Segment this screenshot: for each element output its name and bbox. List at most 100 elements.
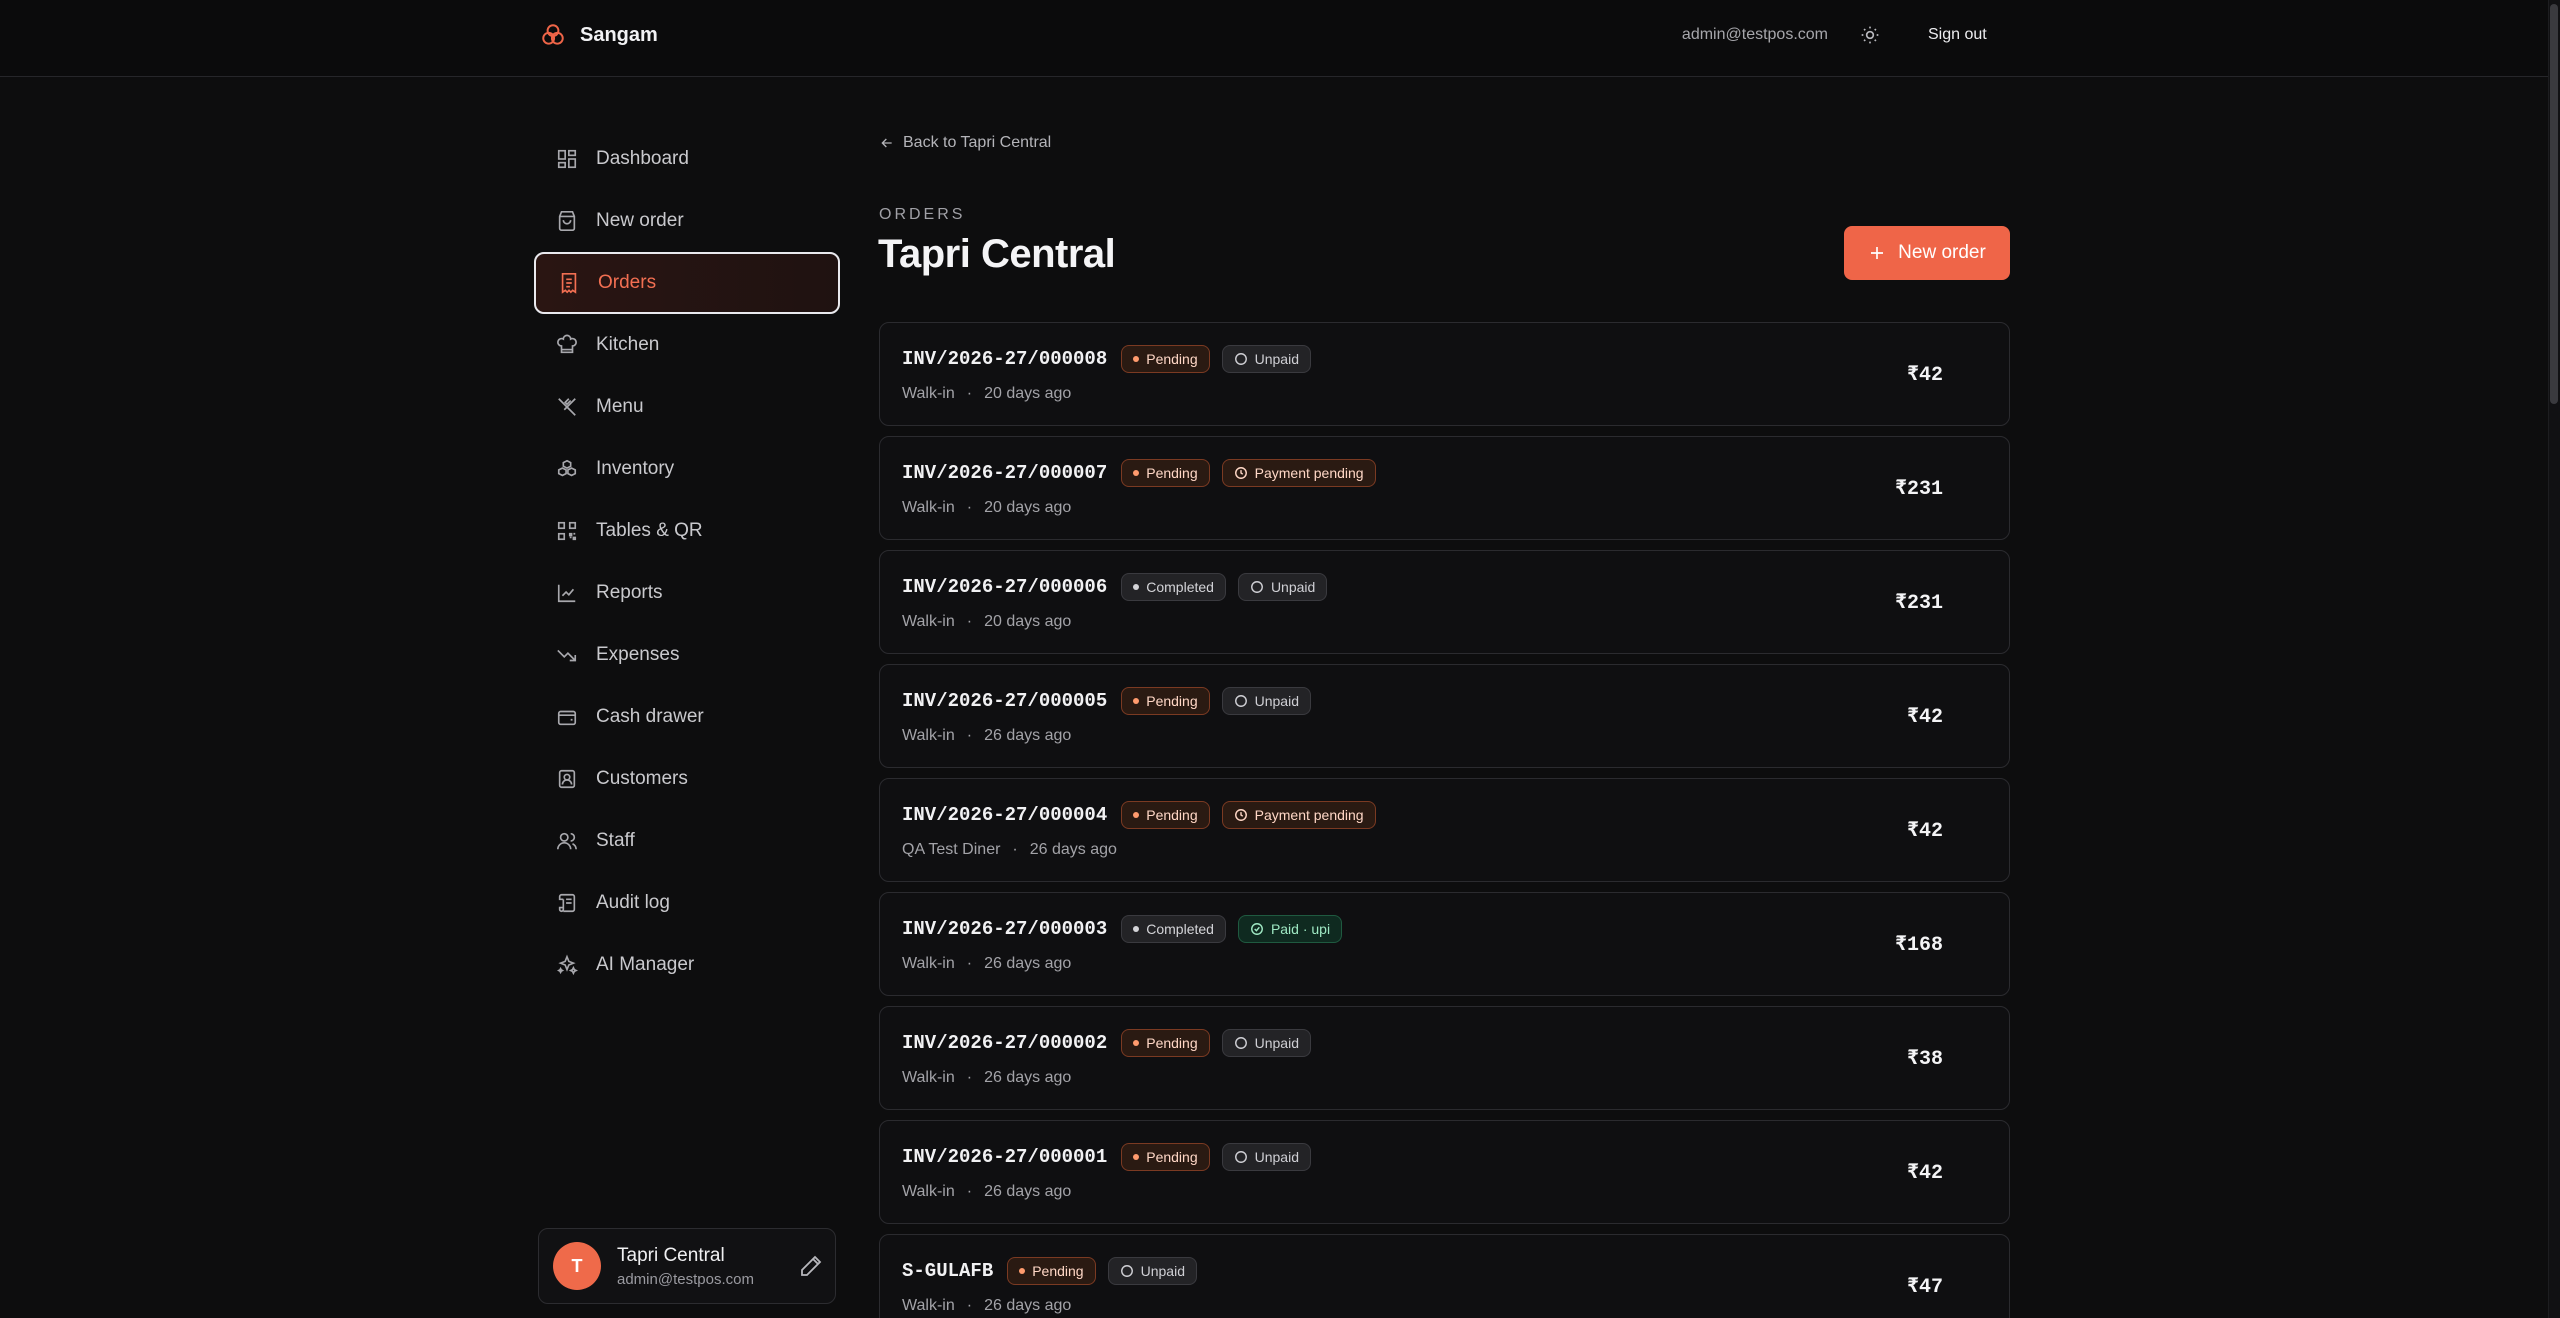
order-id: INV/2026-27/000006 (902, 576, 1108, 598)
sidebar-item-customers[interactable]: Customers (534, 748, 840, 810)
sidebar-item-label: AI Manager (596, 954, 695, 975)
order-row[interactable]: INV/2026-27/000001 Pending Unpaid Walk-i… (879, 1120, 2010, 1224)
scrollbar[interactable] (2548, 0, 2560, 1318)
dashboard-icon (557, 149, 577, 169)
scrollbar-thumb[interactable] (2550, 4, 2558, 404)
status-badge: Completed (1121, 915, 1226, 943)
sidebar-item-expenses[interactable]: Expenses (534, 624, 840, 686)
payment-label: Payment pending (1254, 807, 1364, 823)
sidebar-item-label: Cash drawer (596, 706, 704, 727)
payment-badge: Unpaid (1237, 573, 1328, 601)
status-badge: Pending (1007, 1257, 1096, 1285)
chef-hat-icon (557, 334, 577, 354)
sidebar-item-orders[interactable]: Orders (534, 252, 840, 314)
clock-icon (1234, 466, 1248, 480)
sidebar-item-label: Orders (598, 272, 657, 293)
qr-code-icon (557, 521, 577, 541)
order-amount: ₹42 (1906, 820, 1943, 843)
contact-icon (558, 769, 576, 789)
order-row[interactable]: S-GULAFB Pending Unpaid Walk-in · 26 day… (879, 1234, 2010, 1318)
sidebar-item-tables-qr[interactable]: Tables & QR (534, 500, 840, 562)
order-customer: Walk-in (902, 955, 955, 972)
sign-out-button[interactable]: Sign out (1928, 26, 1987, 44)
order-time: 26 days ago (984, 1069, 1072, 1086)
order-amount: ₹42 (1906, 1162, 1943, 1185)
sidebar-item-new-order[interactable]: New order (534, 190, 840, 252)
order-time: 20 days ago (984, 499, 1072, 516)
brand-logo-icon (542, 24, 564, 45)
status-label: Pending (1146, 465, 1198, 481)
order-row[interactable]: INV/2026-27/000005 Pending Unpaid Walk-i… (879, 664, 2010, 768)
sidebar: Dashboard New order Orders Kitchen Menu … (534, 128, 840, 996)
order-id: INV/2026-27/000002 (902, 1032, 1108, 1054)
clock-icon (1234, 808, 1248, 822)
order-row[interactable]: INV/2026-27/000004 Pending Payment pendi… (879, 778, 2010, 882)
order-id: INV/2026-27/000005 (902, 690, 1108, 712)
order-customer: Walk-in (902, 1297, 955, 1314)
order-customer: Walk-in (902, 499, 955, 516)
profile-email: admin@testpos.com (617, 1270, 754, 1288)
brand-name: Sangam (580, 23, 658, 46)
sidebar-item-staff[interactable]: Staff (534, 810, 840, 872)
order-amount: ₹42 (1906, 706, 1943, 729)
payment-label: Unpaid (1254, 1149, 1299, 1165)
avatar: T (553, 1242, 601, 1290)
brand[interactable]: Sangam (540, 22, 658, 48)
payment-badge: Payment pending (1221, 459, 1376, 487)
order-customer: Walk-in (902, 727, 955, 744)
utensils-icon (558, 398, 576, 416)
order-row[interactable]: INV/2026-27/000003 Completed Paid · upi … (879, 892, 2010, 996)
circle-icon (1234, 694, 1248, 708)
sidebar-item-menu[interactable]: Menu (534, 376, 840, 438)
payment-badge: Payment pending (1221, 801, 1376, 829)
status-badge: Pending (1121, 1029, 1210, 1057)
separator-dot: · (966, 499, 973, 516)
order-row[interactable]: INV/2026-27/000002 Pending Unpaid Walk-i… (879, 1006, 2010, 1110)
status-label: Completed (1146, 579, 1214, 595)
section-eyebrow: ORDERS (879, 206, 966, 223)
status-dot-icon (1133, 1040, 1140, 1046)
top-bar: Sangam admin@testpos.com Sign out (0, 0, 2548, 77)
profile-name: Tapri Central (617, 1244, 725, 1266)
scroll-icon (558, 893, 576, 913)
order-time: 26 days ago (984, 955, 1072, 972)
sidebar-item-kitchen[interactable]: Kitchen (534, 314, 840, 376)
pencil-icon[interactable] (799, 1254, 823, 1278)
sidebar-item-label: Tables & QR (596, 520, 703, 541)
plus-icon (1871, 247, 1884, 259)
sun-icon (1861, 26, 1879, 44)
order-row[interactable]: INV/2026-27/000007 Pending Payment pendi… (879, 436, 2010, 540)
sidebar-item-reports[interactable]: Reports (534, 562, 840, 624)
order-time: 26 days ago (984, 1297, 1072, 1314)
back-link[interactable]: Back to Tapri Central (879, 134, 1051, 152)
order-time: 20 days ago (984, 385, 1072, 402)
profile-card[interactable]: T Tapri Central admin@testpos.com (538, 1228, 836, 1304)
payment-label: Payment pending (1254, 465, 1364, 481)
order-amount: ₹168 (1894, 934, 1943, 957)
status-badge: Pending (1121, 687, 1210, 715)
sidebar-item-label: Audit log (596, 892, 670, 913)
order-row[interactable]: INV/2026-27/000006 Completed Unpaid Walk… (879, 550, 2010, 654)
sidebar-item-cash-drawer[interactable]: Cash drawer (534, 686, 840, 748)
new-order-label: New order (1898, 242, 1986, 263)
order-id: S-GULAFB (902, 1260, 994, 1282)
order-amount: ₹47 (1906, 1276, 1943, 1299)
sidebar-item-ai-manager[interactable]: AI Manager (534, 934, 840, 996)
sidebar-item-audit-log[interactable]: Audit log (534, 872, 840, 934)
order-amount: ₹42 (1906, 364, 1943, 387)
separator-dot: · (966, 955, 973, 972)
payment-badge: Unpaid (1221, 687, 1311, 715)
order-id: INV/2026-27/000008 (902, 348, 1108, 370)
order-row[interactable]: INV/2026-27/000008 Pending Unpaid Walk-i… (879, 322, 2010, 426)
sidebar-item-label: Reports (596, 582, 663, 603)
theme-toggle-button[interactable] (1858, 23, 1882, 47)
payment-label: Unpaid (1254, 1035, 1299, 1051)
payment-badge: Unpaid (1107, 1257, 1197, 1285)
status-label: Pending (1146, 807, 1198, 823)
sidebar-item-dashboard[interactable]: Dashboard (534, 128, 840, 190)
sidebar-item-inventory[interactable]: Inventory (534, 438, 840, 500)
status-dot-icon (1133, 470, 1140, 476)
payment-badge: Unpaid (1221, 1143, 1311, 1171)
status-dot-icon (1133, 926, 1140, 932)
new-order-button[interactable]: New order (1844, 226, 2010, 280)
